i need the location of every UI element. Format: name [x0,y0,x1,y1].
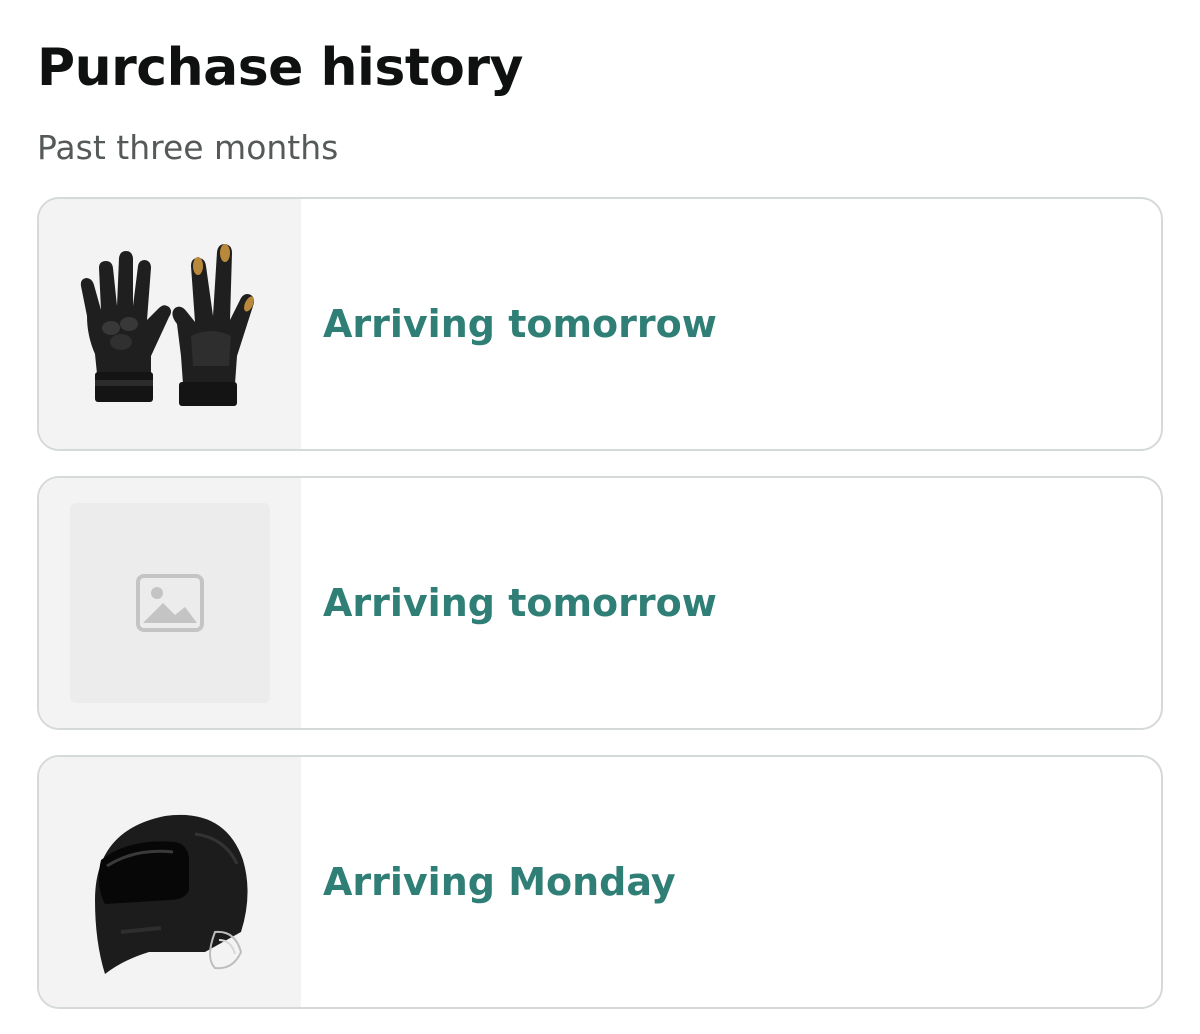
page-title: Purchase history [37,38,523,98]
order-thumbnail[interactable] [39,478,301,728]
order-thumbnail[interactable] [39,199,301,449]
order-card[interactable]: Arriving Monday [37,755,1163,1009]
helmet-icon [95,814,248,974]
order-status[interactable]: Arriving tomorrow [301,302,717,346]
order-status[interactable]: Arriving tomorrow [301,581,717,625]
order-list: Arriving tomorrow Arriving tomorrow Arri… [37,197,1163,1034]
order-card[interactable]: Arriving tomorrow [37,197,1163,451]
order-status[interactable]: Arriving Monday [301,860,676,904]
order-thumbnail[interactable] [39,757,301,1007]
order-card[interactable]: Arriving tomorrow [37,476,1163,730]
gloves-icon [80,244,255,406]
product-image-placeholder-icon [70,503,270,703]
page-subtitle: Past three months [37,128,339,167]
